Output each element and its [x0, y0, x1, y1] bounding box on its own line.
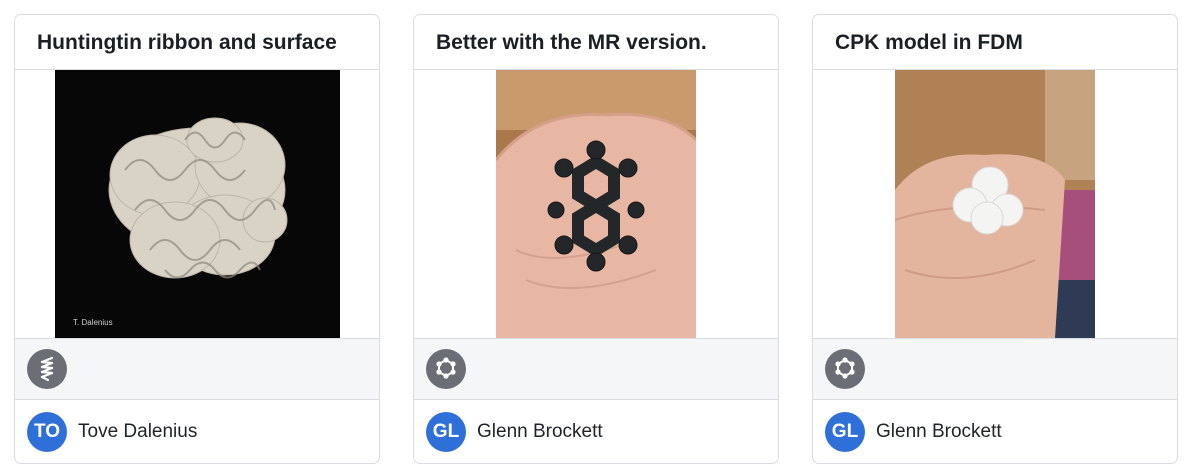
molecule-icon[interactable] [825, 349, 865, 389]
model-card[interactable]: Huntingtin ribbon and surface T. Daleniu… [14, 14, 380, 464]
avatar[interactable]: TO [27, 411, 67, 452]
model-card[interactable]: CPK model in FDM GL Glenn Brockett [812, 14, 1178, 464]
black-ring-molecule-in-hand-photo[interactable] [496, 70, 696, 338]
author-name[interactable]: Glenn Brockett [477, 421, 603, 443]
card-title[interactable]: Better with the MR version. [414, 15, 778, 70]
model-card[interactable]: Better with the MR version. GL Glenn Bro… [413, 14, 779, 464]
image-caption: T. Dalenius [73, 318, 113, 327]
huntingtin-ribbon-model-photo[interactable]: T. Dalenius [54, 70, 340, 338]
white-cpk-model-in-hand-photo[interactable] [895, 70, 1095, 338]
card-image-area[interactable] [414, 70, 778, 338]
card-image-area[interactable] [813, 70, 1177, 338]
avatar[interactable]: GL [825, 411, 865, 452]
card-title[interactable]: CPK model in FDM [813, 15, 1177, 70]
avatar[interactable]: GL [426, 411, 466, 452]
helix-icon[interactable] [27, 349, 67, 389]
card-footer: TO Tove Dalenius [15, 400, 379, 463]
molecule-icon[interactable] [426, 349, 466, 389]
card-image-area[interactable]: T. Dalenius [15, 70, 379, 338]
tool-bar [15, 338, 379, 400]
card-footer: GL Glenn Brockett [813, 400, 1177, 463]
card-footer: GL Glenn Brockett [414, 400, 778, 463]
tool-bar [813, 338, 1177, 400]
tool-bar [414, 338, 778, 400]
author-name[interactable]: Tove Dalenius [78, 421, 197, 443]
card-title[interactable]: Huntingtin ribbon and surface [15, 15, 379, 70]
card-grid: Huntingtin ribbon and surface T. Daleniu… [14, 14, 1178, 464]
author-name[interactable]: Glenn Brockett [876, 421, 1002, 443]
